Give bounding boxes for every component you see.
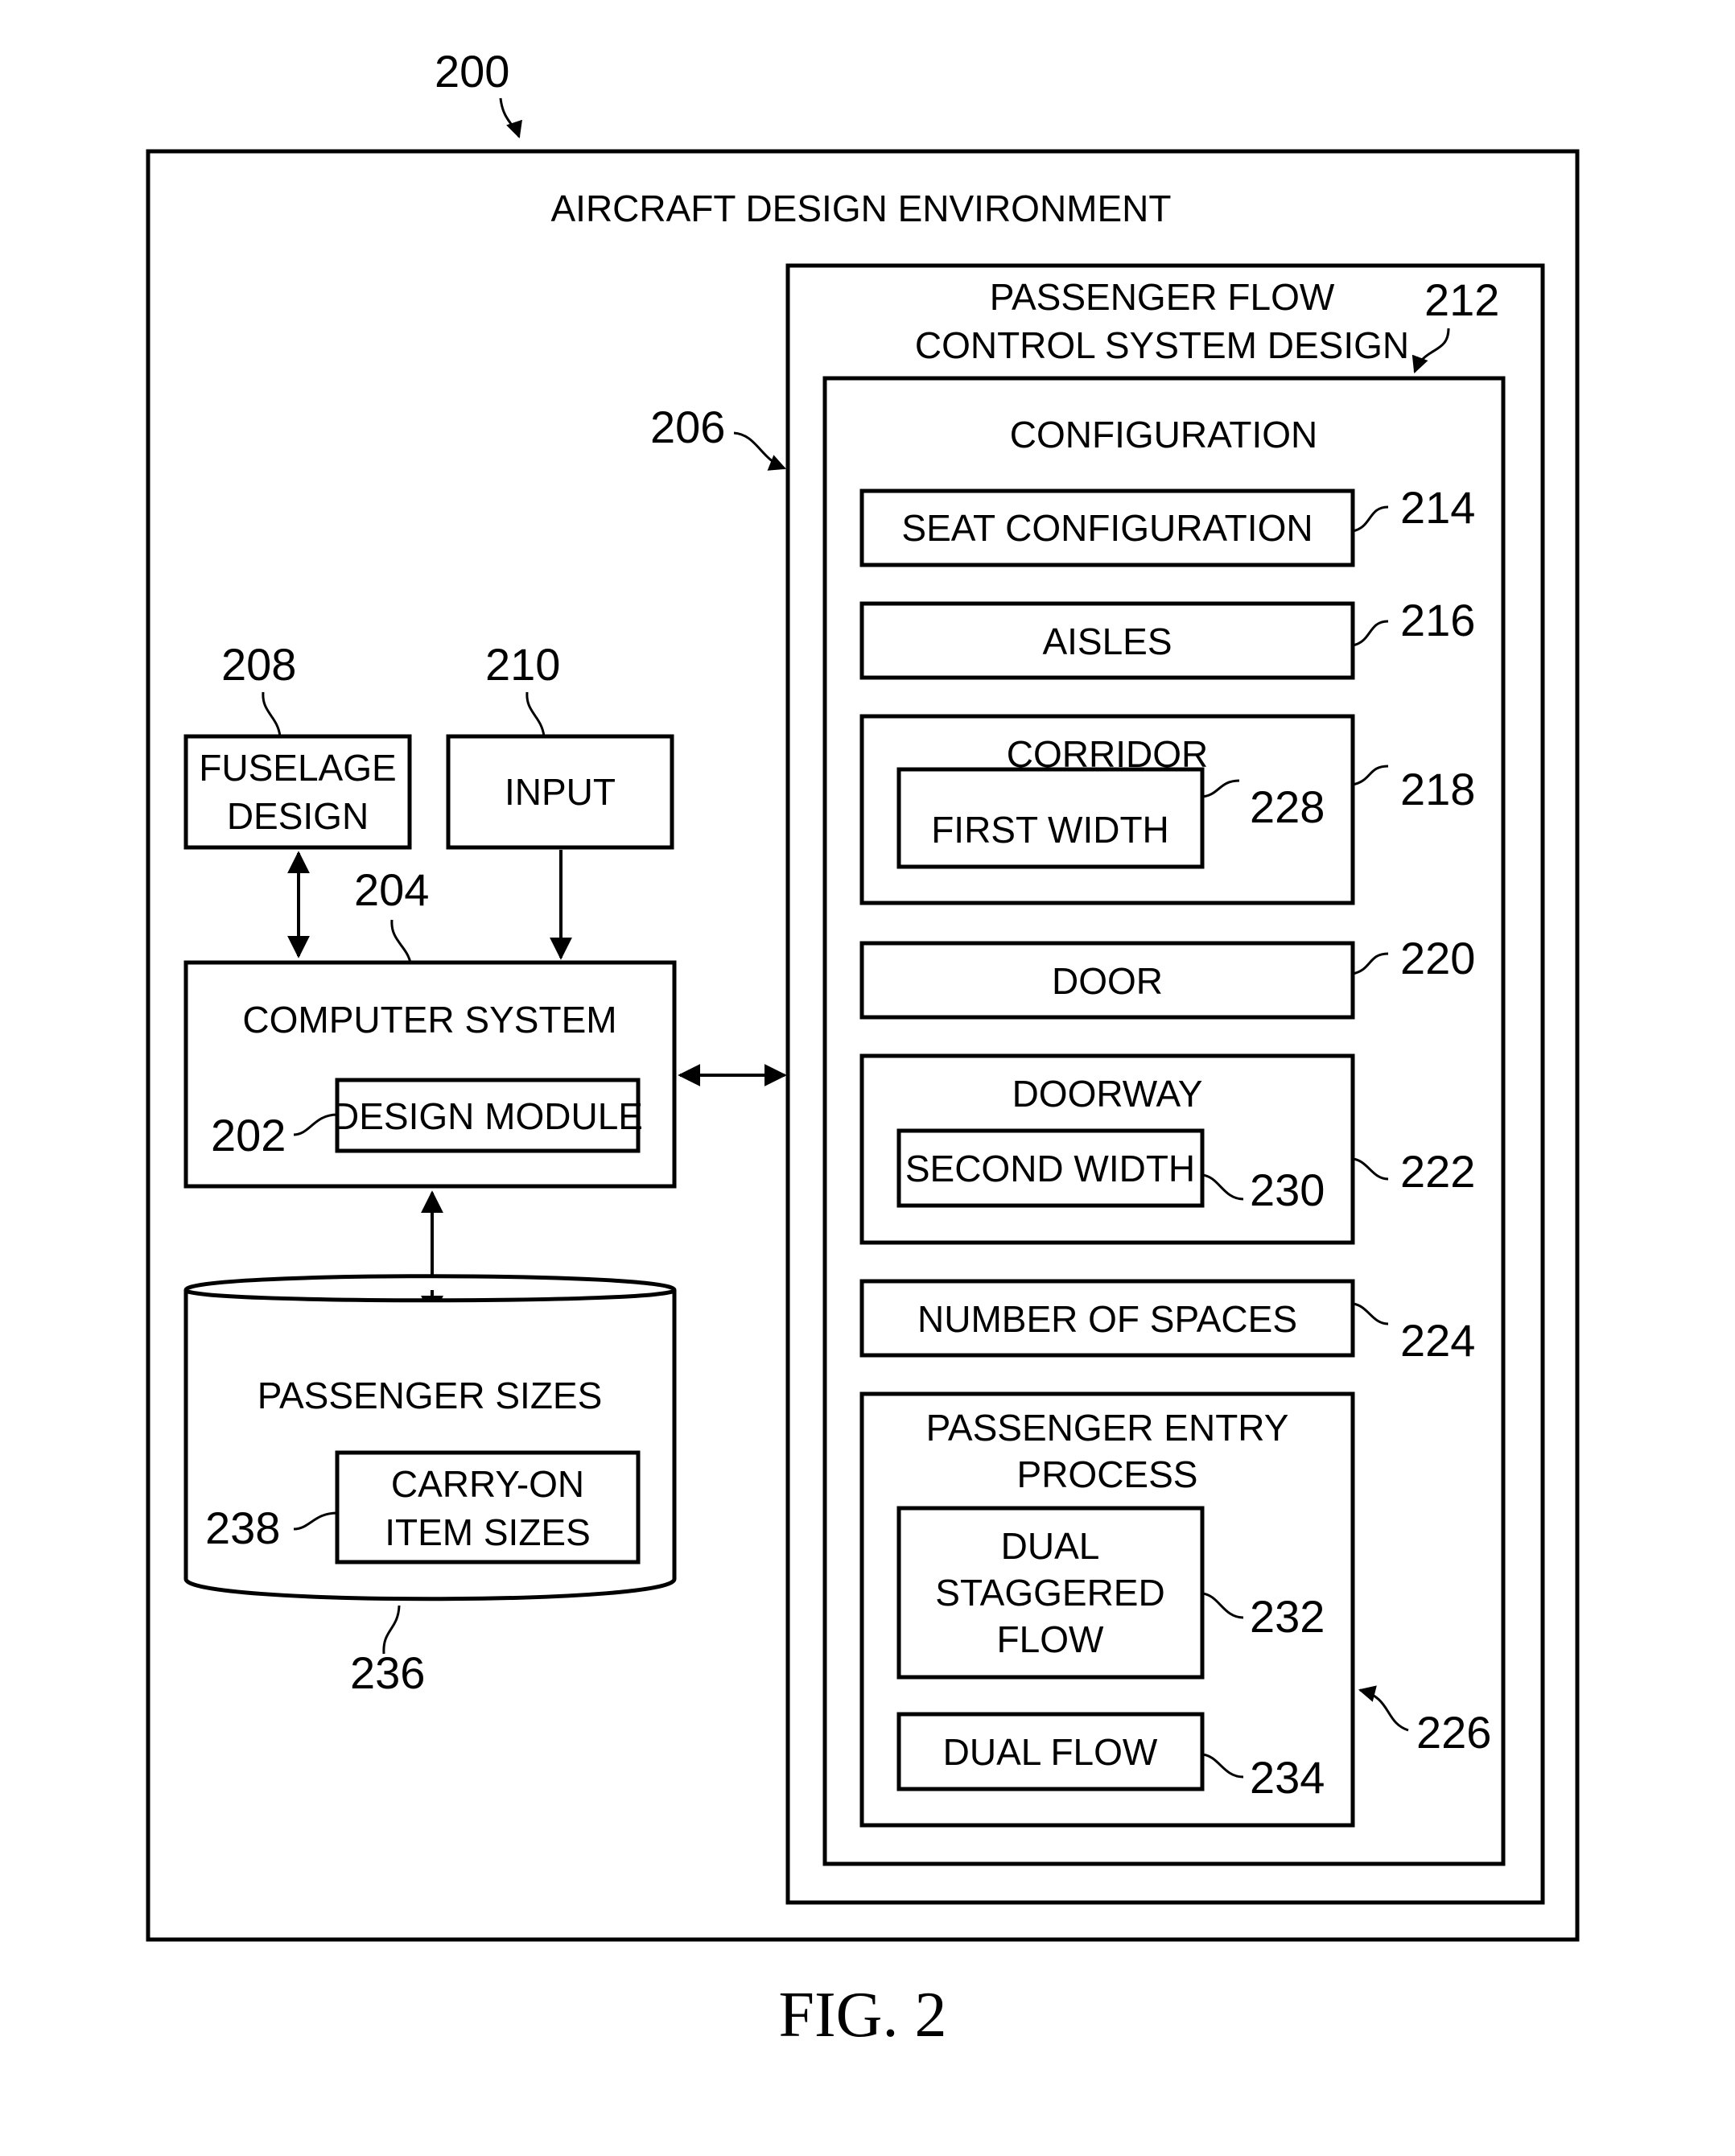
second-width-label: SECOND WIDTH (905, 1148, 1195, 1189)
ref-222: 222 (1400, 1146, 1475, 1197)
ref-232: 232 (1250, 1591, 1325, 1642)
passenger-entry-label-line1: PASSENGER ENTRY (926, 1407, 1289, 1449)
dual-staggered-line3: FLOW (997, 1618, 1104, 1660)
figure-caption: FIG. 2 (779, 1980, 947, 2051)
dual-flow-label: DUAL FLOW (943, 1731, 1158, 1773)
ref-230: 230 (1250, 1165, 1325, 1215)
carry-on-line1: CARRY-ON (391, 1463, 584, 1505)
aisles-label: AISLES (1042, 620, 1172, 662)
patent-diagram: AIRCRAFT DESIGN ENVIRONMENT 200 PASSENGE… (146, 46, 1580, 2051)
door-label: DOOR (1052, 960, 1163, 1002)
ref-238: 238 (205, 1503, 280, 1553)
ref-218: 218 (1400, 764, 1475, 814)
ref-216: 216 (1400, 595, 1475, 645)
ref-210: 210 (485, 639, 560, 690)
seat-configuration-label: SEAT CONFIGURATION (901, 507, 1313, 549)
ref-220: 220 (1400, 933, 1475, 983)
ref-234: 234 (1250, 1752, 1325, 1803)
design-module-label: DESIGN MODULE (332, 1095, 643, 1137)
ref-228: 228 (1250, 781, 1325, 832)
ref-224: 224 (1400, 1315, 1475, 1366)
carry-on-line2: ITEM SIZES (385, 1511, 591, 1553)
ref-208: 208 (221, 639, 296, 690)
fuselage-design-line1: FUSELAGE (199, 747, 396, 789)
pfcs-title-line2: CONTROL SYSTEM DESIGN (915, 324, 1409, 366)
doorway-label: DOORWAY (1012, 1073, 1203, 1115)
ref-236: 236 (350, 1647, 425, 1698)
passenger-entry-label-line2: PROCESS (1017, 1453, 1198, 1495)
pfcs-title-line1: PASSENGER FLOW (990, 276, 1335, 318)
ref-212: 212 (1424, 274, 1499, 325)
database-top (183, 1274, 677, 1292)
fuselage-design-line2: DESIGN (227, 795, 369, 837)
dual-staggered-line1: DUAL (1001, 1525, 1100, 1567)
ref-200: 200 (435, 46, 509, 97)
configuration-title: CONFIGURATION (1010, 414, 1317, 456)
ref-226: 226 (1416, 1707, 1491, 1758)
ref-206: 206 (650, 402, 725, 452)
ref-202: 202 (211, 1110, 286, 1160)
leader-200 (499, 97, 522, 138)
ref-204: 204 (354, 864, 429, 915)
ref-214: 214 (1400, 482, 1475, 533)
input-label: INPUT (505, 771, 616, 813)
dual-staggered-line2: STAGGERED (935, 1572, 1164, 1614)
environment-title: AIRCRAFT DESIGN ENVIRONMENT (551, 188, 1172, 229)
passenger-sizes-label: PASSENGER SIZES (258, 1375, 603, 1416)
first-width-label: FIRST WIDTH (931, 809, 1169, 851)
number-of-spaces-label: NUMBER OF SPACES (917, 1298, 1297, 1340)
computer-system-label: COMPUTER SYSTEM (242, 999, 616, 1041)
